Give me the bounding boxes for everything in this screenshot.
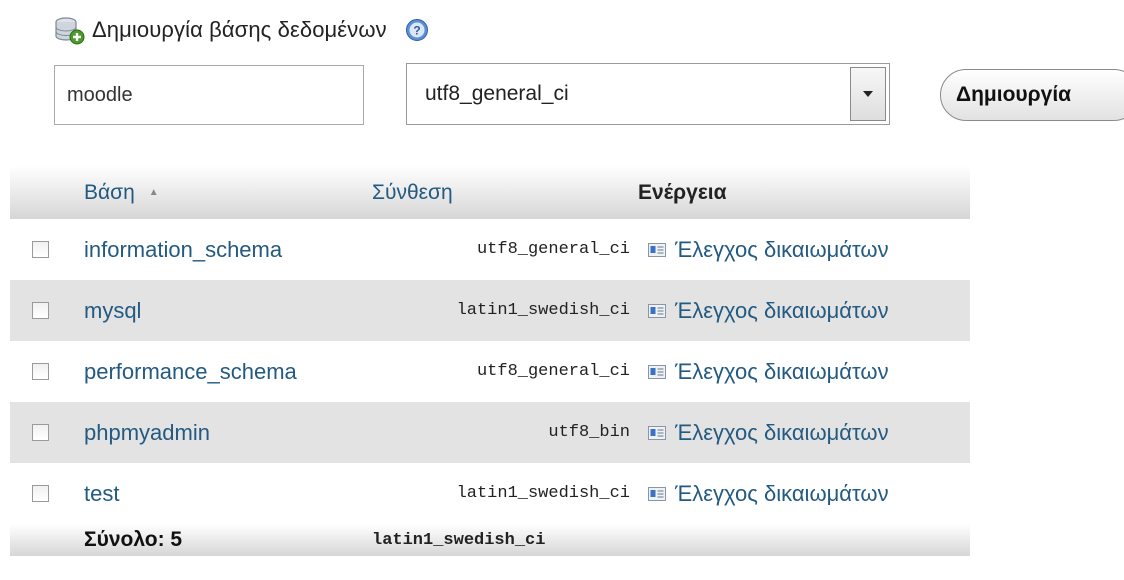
table-row: mysql latin1_swedish_ci Έλεγχος δικαιωμά… [10, 280, 970, 341]
database-add-icon [54, 15, 86, 45]
check-privileges-link[interactable]: Έλεγχος δικαιωμάτων [638, 219, 978, 280]
table-footer-row: Σύνολο: 5 latin1_swedish_ci [10, 524, 970, 556]
check-privileges-label: Έλεγχος δικαιωμάτων [675, 480, 889, 506]
check-privileges-link[interactable]: Έλεγχος δικαιωμάτων [638, 280, 978, 341]
table-row: phpmyadmin utf8_bin Έλεγχος δικαιωμάτων [10, 402, 970, 463]
chevron-down-icon[interactable] [850, 67, 886, 121]
database-collation: utf8_general_ci [476, 362, 630, 381]
collation-select-value: utf8_general_ci [425, 82, 569, 105]
table-header-row: Βάση ▲ Σύνθεση Ενέργεια [10, 166, 970, 219]
database-collation: latin1_swedish_ci [456, 484, 630, 503]
svg-text:?: ? [413, 24, 420, 38]
table-row: information_schema utf8_general_ci Έλεγχ… [10, 219, 970, 280]
default-collation: latin1_swedish_ci [372, 530, 546, 550]
row-checkbox-cell [10, 219, 70, 280]
database-collation: utf8_bin [548, 423, 630, 442]
row-checkbox[interactable] [31, 241, 49, 258]
sort-ascending-icon: ▲ [148, 187, 159, 198]
row-checkbox-cell [10, 280, 70, 341]
collation-select[interactable]: utf8_general_ci [406, 63, 890, 125]
check-privileges-link[interactable]: Έλεγχος δικαιωμάτων [638, 341, 978, 402]
privileges-icon [648, 303, 666, 318]
check-privileges-label: Έλεγχος δικαιωμάτων [675, 236, 889, 262]
column-header-action: Ενέργεια [638, 180, 727, 204]
check-privileges-label: Έλεγχος δικαιωμάτων [675, 358, 889, 384]
row-checkbox[interactable] [31, 485, 49, 502]
table-row: test latin1_swedish_ci Έλεγχος δικαιωμάτ… [10, 463, 970, 524]
privileges-icon [648, 486, 666, 501]
column-header-database[interactable]: Βάση ▲ [84, 166, 364, 219]
check-privileges-label: Έλεγχος δικαιωμάτων [675, 297, 889, 323]
check-privileges-link[interactable]: Έλεγχος δικαιωμάτων [638, 402, 978, 463]
column-header-collation[interactable]: Σύνθεση [372, 166, 453, 219]
help-icon[interactable]: ? [405, 18, 429, 42]
row-checkbox[interactable] [31, 302, 49, 319]
row-checkbox-cell [10, 463, 70, 524]
privileges-icon [648, 425, 666, 440]
privileges-icon [648, 242, 666, 257]
page-title: Δημιουργία βάσης δεδομένων [92, 17, 387, 42]
row-checkbox-cell [10, 402, 70, 463]
privileges-icon [648, 364, 666, 379]
row-checkbox[interactable] [31, 424, 49, 441]
database-name-input[interactable] [54, 65, 364, 125]
database-collation: latin1_swedish_ci [456, 301, 630, 320]
check-privileges-link[interactable]: Έλεγχος δικαιωμάτων [638, 463, 978, 524]
databases-table: Βάση ▲ Σύνθεση Ενέργεια information_sche… [10, 166, 970, 556]
page: Δημιουργία βάσης δεδομένων ? utf8_genera… [0, 0, 1124, 580]
create-database-header: Δημιουργία βάσης δεδομένων ? [54, 10, 429, 50]
row-checkbox[interactable] [31, 363, 49, 380]
table-row: performance_schema utf8_general_ci Έλεγχ… [10, 341, 970, 402]
database-collation: utf8_general_ci [476, 240, 630, 259]
create-button[interactable]: Δημιουργία [940, 69, 1124, 121]
total-count: Σύνολο: 5 [84, 528, 183, 551]
row-checkbox-cell [10, 341, 70, 402]
column-header-database-label: Βάση [84, 180, 135, 204]
check-privileges-label: Έλεγχος δικαιωμάτων [675, 419, 889, 445]
